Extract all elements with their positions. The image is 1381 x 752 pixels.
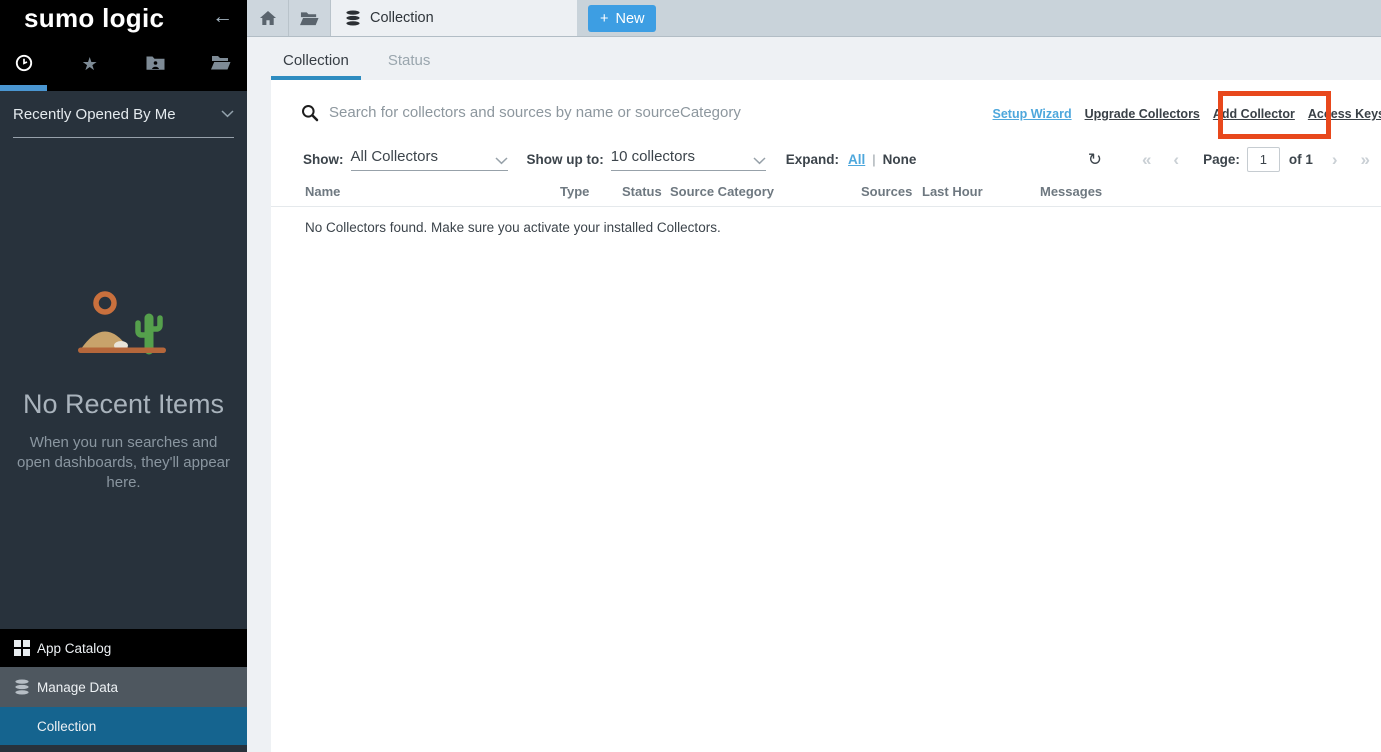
database-icon — [14, 679, 37, 695]
column-header-name: Name — [305, 184, 340, 199]
chevron-down-icon — [753, 157, 766, 165]
sidebar-item-collection[interactable]: Collection — [0, 707, 247, 745]
recent-clock-icon[interactable] — [13, 54, 35, 75]
top-tab-bar: Collection + New — [247, 0, 1381, 37]
column-header-type: Type — [560, 184, 589, 199]
search-input[interactable] — [329, 98, 949, 126]
home-button[interactable] — [247, 0, 289, 36]
menu-item-label: Manage Data — [37, 680, 118, 695]
refresh-icon[interactable]: ↻ — [1088, 151, 1102, 168]
collection-panel: Setup Wizard Upgrade Collectors Add Coll… — [271, 80, 1381, 752]
show-up-to-label: Show up to: — [527, 152, 604, 167]
page-count-label: of 1 — [1289, 152, 1313, 167]
menu-item-label: App Catalog — [37, 641, 111, 656]
expand-separator: | — [872, 152, 875, 167]
menu-item-label: Collection — [37, 719, 96, 734]
next-page-icon[interactable]: › — [1332, 151, 1338, 168]
sidebar-menu: App Catalog Manage Data Collection — [0, 629, 247, 745]
expand-none-link[interactable]: None — [883, 152, 917, 167]
folder-icon — [300, 11, 319, 26]
tab-label: Collection — [370, 10, 434, 26]
show-dropdown-value: All Collectors — [351, 148, 439, 165]
home-icon — [260, 11, 276, 25]
new-button-label: New — [615, 11, 644, 27]
expand-all-link[interactable]: All — [848, 152, 865, 167]
collection-subtabs: Collection Status — [247, 37, 1381, 80]
column-header-sources: Sources — [861, 184, 912, 199]
pagination: ↻ « ‹ Page: of 1 › » — [1088, 143, 1370, 175]
sumo-logic-logo: sumo logic — [24, 3, 164, 34]
recently-opened-dropdown[interactable]: Recently Opened By Me — [13, 91, 234, 138]
last-page-icon[interactable]: » — [1361, 151, 1370, 168]
column-header-status: Status — [622, 184, 662, 199]
chevron-down-icon — [221, 105, 234, 123]
column-header-source-category: Source Category — [670, 184, 774, 199]
first-page-icon[interactable]: « — [1142, 151, 1151, 168]
previous-page-icon[interactable]: ‹ — [1173, 151, 1179, 168]
sumo-logic-app: sumo logic ← ★ Recently Opened By Me — [0, 0, 1381, 752]
collection-database-icon — [345, 10, 361, 26]
sidebar-header: sumo logic ← ★ — [0, 0, 247, 91]
recently-opened-label: Recently Opened By Me — [13, 106, 176, 123]
setup-wizard-link[interactable]: Setup Wizard — [993, 107, 1072, 121]
sidebar-item-app-catalog[interactable]: App Catalog — [0, 629, 247, 667]
desert-illustration — [61, 288, 187, 358]
no-collectors-message: No Collectors found. Make sure you activ… — [305, 220, 721, 235]
access-keys-link[interactable]: Access Keys — [1308, 107, 1381, 121]
tab-collection[interactable]: Collection — [331, 0, 577, 36]
sidebar-empty-state: No Recent Items When you run searches an… — [0, 288, 247, 492]
filter-row: Show: All Collectors Show up to: 10 coll… — [303, 143, 916, 175]
column-header-messages: Messages — [1040, 184, 1102, 199]
app-grid-icon — [14, 640, 37, 656]
show-up-to-dropdown-value: 10 collectors — [611, 148, 695, 165]
sidebar: sumo logic ← ★ Recently Opened By Me — [0, 0, 247, 752]
subtab-status[interactable]: Status — [388, 52, 431, 80]
table-header-divider — [271, 206, 1381, 207]
plus-icon: + — [600, 11, 608, 27]
page-label: Page: — [1203, 152, 1240, 167]
empty-state-title: No Recent Items — [0, 389, 247, 420]
show-up-to-dropdown[interactable]: 10 collectors — [611, 148, 766, 171]
empty-state-message: When you run searches and open dashboard… — [14, 433, 234, 492]
upgrade-collectors-link[interactable]: Upgrade Collectors — [1085, 107, 1200, 121]
library-button[interactable] — [289, 0, 331, 36]
chevron-down-icon — [495, 157, 508, 165]
active-nav-indicator — [0, 85, 47, 91]
column-header-last-hour: Last Hour — [922, 184, 983, 199]
collapse-sidebar-icon[interactable]: ← — [212, 6, 233, 27]
shared-folder-icon[interactable] — [144, 55, 166, 73]
subtab-collection[interactable]: Collection — [271, 52, 361, 80]
new-button[interactable]: + New — [588, 5, 656, 32]
library-folder-icon[interactable] — [210, 55, 232, 73]
quick-links: Setup Wizard Upgrade Collectors Add Coll… — [993, 107, 1381, 121]
collectors-table-header: Name Type Status Source Category Sources… — [271, 184, 1381, 206]
search-icon — [301, 104, 319, 127]
expand-label: Expand: — [786, 152, 839, 167]
favorites-star-icon[interactable]: ★ — [79, 55, 101, 73]
show-dropdown[interactable]: All Collectors — [351, 148, 508, 171]
sidebar-item-manage-data[interactable]: Manage Data — [0, 667, 247, 707]
page-number-input[interactable] — [1247, 147, 1280, 172]
sidebar-nav-icons: ★ — [0, 46, 247, 82]
show-label: Show: — [303, 152, 344, 167]
add-collector-link[interactable]: Add Collector — [1213, 107, 1295, 121]
